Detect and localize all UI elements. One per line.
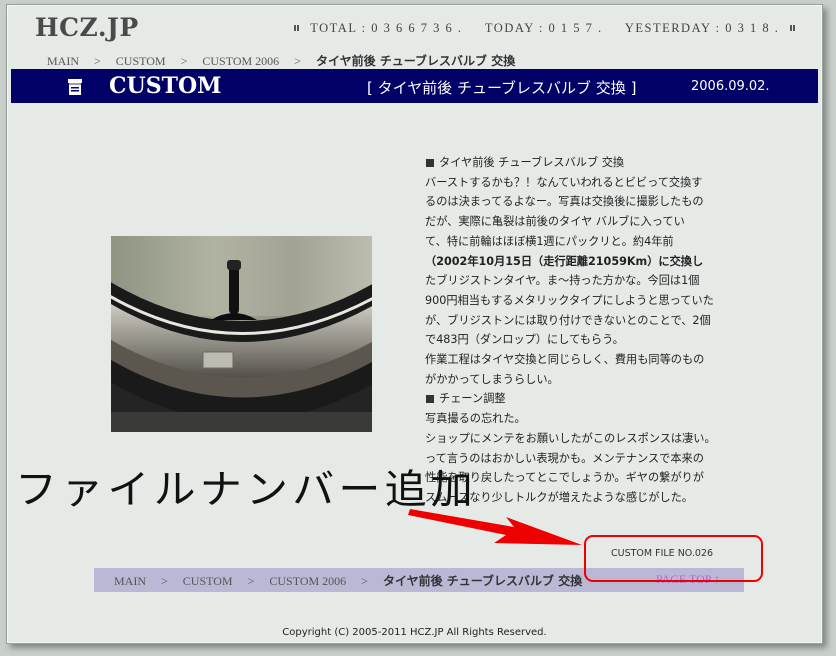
breadcrumb: MAIN > CUSTOM > CUSTOM 2006 > タイヤ前後 チューブ… (47, 52, 515, 69)
breadcrumb-custom[interactable]: CUSTOM (183, 574, 233, 588)
page-title: [ タイヤ前後 チューブレスバルブ 交換 ] (367, 79, 637, 97)
bullet-icon (790, 25, 796, 32)
article-line: ショップにメンテをお願いしたがこのレスポンスは凄い。 (425, 431, 716, 445)
red-arrow-icon (408, 509, 582, 545)
breadcrumb-current: タイヤ前後 チューブレスバルブ 交換 (382, 574, 583, 588)
breadcrumb-separator: > (161, 574, 168, 588)
article-line: 900円相当もするメタリックタイプにしようと思っていた (425, 293, 714, 307)
tire-valve-image (111, 236, 372, 432)
article-line: （2002年10月15日（走行距離21059Km）に交換し (425, 254, 704, 268)
post-date: 2006.09.02. (691, 79, 770, 94)
article-line: 作業工程はタイヤ交換と同じらしく、費用も同等のもの (425, 353, 705, 367)
article-line: るのは決まってるよなー。写真は交換後に撮影したもの (425, 195, 704, 209)
article-line: たブリジストンタイヤ。ま～持った方かな。今回は1個 (425, 274, 700, 288)
breadcrumb-custom[interactable]: CUSTOM (116, 54, 166, 68)
tire-valve-photo (111, 236, 372, 432)
counter-total: TOTAL : 0 3 6 6 7 3 6 . (310, 21, 463, 35)
article-line: がかかってしまうらしい。 (425, 372, 559, 386)
piston-icon (68, 79, 82, 95)
copyright: Copyright (C) 2005-2011 HCZ.JP All Right… (282, 627, 547, 638)
breadcrumb-separator: > (180, 54, 188, 68)
breadcrumb-custom-2006[interactable]: CUSTOM 2006 (202, 54, 279, 68)
site-logo[interactable]: HCZ.JP (35, 13, 139, 42)
section-title: CUSTOM (109, 73, 222, 99)
counter-today: TODAY : 0 1 5 7 . (484, 21, 603, 35)
article-line: で483円（ダンロップ）にしてもらう。 (425, 333, 624, 347)
breadcrumb-custom-2006[interactable]: CUSTOM 2006 (269, 574, 346, 588)
breadcrumb-separator: > (247, 574, 255, 588)
bullet-icon (293, 25, 300, 32)
page-frame: HCZ.JP TOTAL : 0 3 6 6 7 3 6 . TODAY : 0… (6, 4, 823, 644)
article-line: だが、実際に亀裂は前後のタイヤ バルブに入ってい (425, 215, 685, 229)
article-body: タイヤ前後 チューブレスバルブ 交換 バーストするかも？！なんていわれるとビビっ… (425, 153, 737, 508)
article-line: て、特に前輪はほぼ横1週にパックリと。約4年前 (425, 234, 674, 248)
article-heading: チェーン調整 (425, 389, 737, 409)
article-heading: タイヤ前後 チューブレスバルブ 交換 (425, 153, 737, 173)
footer-breadcrumb: MAIN > CUSTOM > CUSTOM 2006 > タイヤ前後 チューブ… (114, 572, 582, 589)
breadcrumb-main[interactable]: MAIN (114, 574, 146, 588)
breadcrumb-separator: > (361, 574, 368, 588)
breadcrumb-separator: > (294, 54, 301, 68)
highlight-box (584, 535, 763, 582)
square-bullet-icon (426, 158, 434, 167)
breadcrumb-current: タイヤ前後 チューブレスバルブ 交換 (315, 54, 516, 68)
article-line: バーストするかも？！なんていわれるとビビって交換す (425, 175, 703, 189)
square-bullet-icon (426, 394, 434, 403)
article-line: が、ブリジストンには取り付けできないとのことで、2個 (425, 313, 711, 327)
page-header-bar: CUSTOM [ タイヤ前後 チューブレスバルブ 交換 ] 2006.09.02… (11, 69, 818, 103)
article-line: 写真撮るの忘れた。 (425, 412, 526, 426)
breadcrumb-main[interactable]: MAIN (47, 54, 79, 68)
counter-yesterday: YESTERDAY : 0 3 1 8 . (624, 21, 780, 35)
access-counter: TOTAL : 0 3 6 6 7 3 6 . TODAY : 0 1 5 7 … (288, 21, 802, 36)
breadcrumb-separator: > (94, 54, 101, 68)
